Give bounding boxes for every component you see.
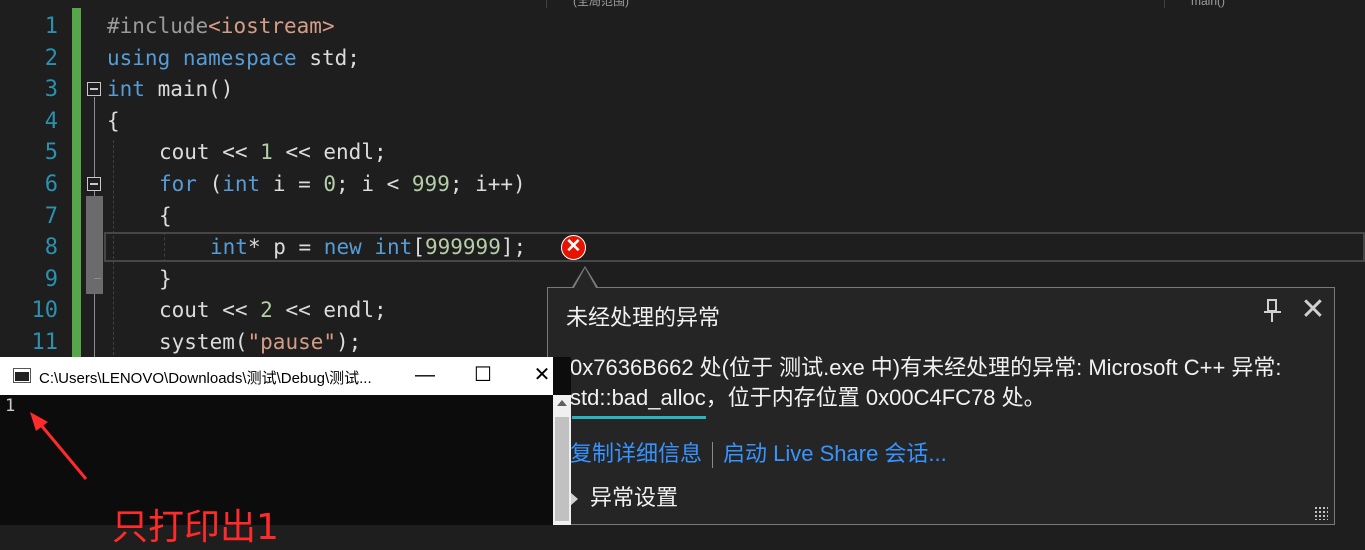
change-tracking-bar [72, 8, 81, 357]
collapse-main-icon[interactable] [87, 82, 101, 96]
preprocessor-token: #include [107, 14, 209, 38]
code-text: ; i++) [449, 172, 526, 196]
scroll-thumb[interactable] [555, 417, 569, 521]
line-number: 5 [44, 140, 58, 166]
minimize-button[interactable]: — [410, 363, 440, 389]
keyword: int [222, 172, 261, 196]
code-line-2: using namespace std; [107, 43, 360, 75]
outline-highlight [86, 196, 103, 294]
keyword: using [107, 45, 171, 70]
annotation-text: 只打印出1 [112, 507, 279, 548]
exception-popup: 未经处理的异常 ✕ 0x7636B662 处(位于 测试.exe 中)有未经处理… [547, 287, 1335, 525]
line-number: 1 [44, 14, 58, 39]
code-line-8: int* p = new int[999999]; [210, 232, 526, 264]
member-label: main() [1191, 0, 1226, 8]
copy-details-link[interactable]: 复制详细信息 [570, 441, 702, 466]
code-line-3: int main() [107, 74, 233, 106]
code-text: << endl; [272, 298, 387, 323]
code-text: * p = [247, 235, 324, 260]
line-number: 3 [44, 77, 58, 103]
line-number: 9 [44, 266, 58, 292]
pin-icon[interactable] [1264, 298, 1282, 324]
code-text: cout << [159, 298, 261, 323]
collapse-for-icon[interactable] [87, 177, 101, 191]
console-scrollbar[interactable] [553, 395, 571, 525]
popup-title: 未经处理的异常 [566, 305, 721, 330]
number-literal: 2 [260, 298, 273, 323]
navigation-bar: (全局范围) main() [0, 0, 1365, 8]
number-literal: 0 [323, 172, 337, 196]
console-titlebar[interactable]: C:\Users\LENOVO\Downloads\测试\Debug\测试...… [0, 357, 553, 395]
code-text: ; i < [336, 172, 412, 196]
exception-settings-label: 异常设置 [590, 485, 679, 510]
scroll-up-icon[interactable] [557, 400, 567, 406]
link-separator [712, 442, 714, 469]
code-line-11: system("pause"); [159, 327, 361, 359]
code-line-4: { [107, 108, 120, 133]
scope-dropdown[interactable]: (全局范围) [546, 0, 1165, 8]
member-dropdown[interactable]: main() [1164, 0, 1365, 8]
code-line-9: } [159, 266, 172, 291]
number-literal: 999999 [424, 235, 501, 260]
line-number: 10 [31, 298, 59, 324]
scope-label: (全局范围) [573, 0, 629, 8]
code-text: i = [260, 172, 324, 196]
resize-grip-icon[interactable] [1314, 506, 1328, 520]
message-text: ，位于内存位置 0x00C4FC78 处。 [705, 385, 1046, 410]
exception-settings-expander[interactable]: 异常设置 [570, 480, 678, 512]
console-title: C:\Users\LENOVO\Downloads\测试\Debug\测试... [39, 370, 372, 387]
code-text: std; [296, 45, 360, 70]
code-line-5: cout << 1 << endl; [159, 137, 387, 169]
keyword: int [210, 235, 248, 260]
code-text: ); [336, 330, 362, 354]
console-window: C:\Users\LENOVO\Downloads\测试\Debug\测试...… [0, 357, 571, 548]
code-line-1: #include<iostream> [107, 11, 335, 43]
close-icon[interactable]: ✕ [1300, 295, 1326, 325]
keyword: new [323, 235, 362, 260]
code-text: main() [144, 77, 234, 102]
code-text: [ [412, 235, 425, 260]
keyword: for [159, 172, 197, 196]
popup-links: 复制详细信息 启动 Live Share 会话... [570, 436, 947, 469]
live-share-link[interactable]: 启动 Live Share 会话... [723, 441, 947, 466]
popup-pointer-fill [574, 268, 596, 288]
maximize-button[interactable]: ☐ [468, 363, 498, 389]
exception-message: 0x7636B662 处(位于 测试.exe 中)有未经处理的异常: Micro… [570, 353, 1320, 419]
line-number: 6 [44, 172, 58, 197]
keyword: namespace [182, 45, 297, 70]
include-path: <iostream> [208, 14, 335, 38]
code-line-10: cout << 2 << endl; [159, 295, 387, 327]
code-text: << endl; [272, 140, 387, 165]
code-text: ]; [500, 235, 527, 260]
number-literal: 999 [411, 172, 450, 196]
line-number: 4 [44, 108, 58, 134]
exception-type: std::bad_alloc [570, 383, 706, 419]
keyword: int [107, 77, 145, 102]
expand-arrow-icon [570, 492, 578, 507]
code-text: cout << [159, 140, 261, 165]
console-output-area[interactable]: 1 只打印出1 [0, 395, 553, 548]
line-number: 7 [44, 203, 58, 229]
message-text: 0x7636B662 处(位于 测试.exe 中)有未经处理的异常: Micro… [570, 355, 1282, 380]
console-app-icon [13, 368, 31, 383]
code-text: ( [196, 172, 223, 196]
error-icon[interactable]: ✕ [561, 235, 586, 260]
code-text: system( [159, 330, 248, 354]
outline-end-tick [94, 278, 101, 279]
close-button[interactable]: ✕ [527, 363, 557, 389]
line-number: 2 [44, 45, 58, 71]
number-literal: 1 [260, 140, 273, 165]
keyword: int [374, 235, 413, 260]
code-line-7: { [159, 203, 172, 228]
code-line-6: for (int i = 0; i < 999; i++) [159, 169, 526, 201]
string-literal: "pause" [247, 330, 337, 354]
line-number: 11 [31, 330, 59, 355]
line-number: 8 [44, 235, 58, 261]
